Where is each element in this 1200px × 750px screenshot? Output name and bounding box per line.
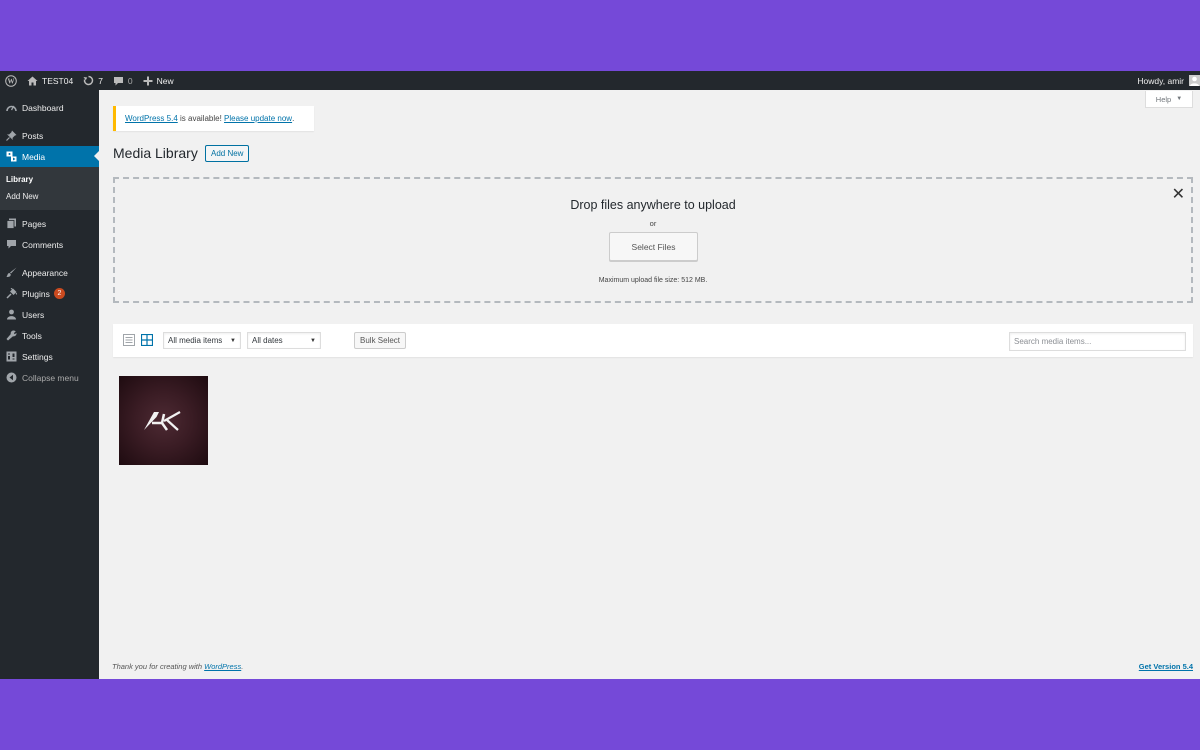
svg-text:W: W bbox=[8, 77, 15, 85]
plugins-update-badge: 2 bbox=[53, 288, 65, 299]
menu-comments[interactable]: Comments bbox=[0, 234, 99, 255]
notice-end: . bbox=[292, 114, 295, 123]
max-upload-size: Maximum upload file size: 512 MB. bbox=[598, 277, 708, 284]
plug-icon bbox=[6, 288, 17, 299]
collapse-menu-label: Collapse menu bbox=[22, 372, 79, 383]
wordpress-link[interactable]: WordPress bbox=[204, 662, 241, 671]
home-icon bbox=[27, 76, 38, 85]
dropdown-arrow-icon: ▼ bbox=[230, 337, 236, 344]
wordpress-logo-button[interactable]: W bbox=[0, 71, 22, 90]
menu-users[interactable]: Users bbox=[0, 304, 99, 325]
media-toolbar: All media items ▼ All dates ▼ Bulk Selec… bbox=[113, 324, 1193, 357]
updates-icon bbox=[83, 75, 94, 86]
site-name-link[interactable]: TEST04 bbox=[22, 71, 78, 90]
user-icon bbox=[6, 309, 17, 320]
site-name: TEST04 bbox=[42, 75, 74, 86]
get-version-link[interactable]: Get Version 5.4 bbox=[1139, 662, 1193, 671]
comment-icon bbox=[113, 76, 123, 85]
page-icon bbox=[6, 218, 17, 229]
media-search-input[interactable] bbox=[1009, 332, 1186, 351]
media-attachment-thumbnail[interactable] bbox=[119, 376, 208, 465]
menu-dashboard-label: Dashboard bbox=[22, 102, 64, 113]
menu-settings-label: Settings bbox=[22, 351, 53, 362]
wrench-icon bbox=[6, 330, 17, 341]
select-files-button[interactable]: Select Files bbox=[609, 232, 698, 261]
collapse-icon bbox=[6, 372, 17, 383]
update-now-link[interactable]: Please update now bbox=[224, 114, 292, 123]
footer-thanks-prefix: Thank you for creating with bbox=[112, 662, 205, 671]
footer-thanks-suffix: . bbox=[241, 662, 244, 671]
wordpress-logo-icon: W bbox=[5, 74, 17, 87]
settings-icon bbox=[6, 351, 17, 362]
grid-view-icon[interactable] bbox=[141, 334, 153, 346]
menu-comments-label: Comments bbox=[22, 239, 64, 250]
comments-link[interactable]: 0 bbox=[108, 71, 138, 90]
brush-icon bbox=[6, 267, 17, 278]
dashboard-icon bbox=[6, 102, 17, 113]
menu-tools-label: Tools bbox=[22, 330, 42, 341]
media-type-value: All media items bbox=[168, 336, 223, 345]
updates-link[interactable]: 7 bbox=[78, 71, 108, 90]
update-notice: WordPress 5.4 is available! Please updat… bbox=[113, 106, 314, 131]
help-label: Help bbox=[1155, 94, 1172, 104]
submenu-library[interactable]: Library bbox=[0, 171, 99, 188]
menu-pages[interactable]: Pages bbox=[0, 213, 99, 234]
notice-text: is available! bbox=[177, 114, 225, 123]
plus-icon bbox=[143, 76, 153, 85]
menu-posts-label: Posts bbox=[22, 130, 44, 141]
my-account-link[interactable]: Howdy, amir bbox=[1132, 71, 1200, 90]
help-tab-button[interactable]: Help ▼ bbox=[1145, 91, 1193, 108]
page-title: Media Library bbox=[113, 145, 198, 161]
menu-tools[interactable]: Tools bbox=[0, 325, 99, 346]
bulk-select-button[interactable]: Bulk Select bbox=[354, 332, 407, 349]
collapse-menu-button[interactable]: Collapse menu bbox=[0, 367, 99, 388]
footer-thankyou: Thank you for creating with WordPress. bbox=[112, 662, 243, 671]
dropdown-arrow-icon: ▼ bbox=[310, 337, 316, 344]
drop-files-title: Drop files anywhere to upload bbox=[570, 198, 736, 212]
add-new-button[interactable]: Add New bbox=[205, 145, 250, 162]
menu-settings[interactable]: Settings bbox=[0, 346, 99, 367]
main-content: Help ▼ WordPress 5.4 is available! Pleas… bbox=[99, 90, 1200, 679]
comment-icon bbox=[6, 239, 17, 250]
menu-media-label: Media bbox=[22, 151, 46, 162]
caret-down-icon: ▼ bbox=[1176, 96, 1183, 102]
menu-plugins[interactable]: Plugins 2 bbox=[0, 283, 99, 304]
media-type-filter[interactable]: All media items ▼ bbox=[163, 332, 241, 349]
submenu-add-new[interactable]: Add New bbox=[0, 188, 99, 205]
media-icon bbox=[6, 151, 17, 162]
menu-users-label: Users bbox=[22, 309, 45, 320]
date-filter-value: All dates bbox=[252, 336, 283, 345]
menu-dashboard[interactable]: Dashboard bbox=[0, 97, 99, 118]
updates-count: 7 bbox=[98, 75, 103, 86]
date-filter[interactable]: All dates ▼ bbox=[247, 332, 321, 349]
comments-count: 0 bbox=[127, 75, 133, 86]
user-avatar-icon bbox=[1190, 76, 1199, 86]
wordpress-admin-screen: W TEST04 7 0 New Howdy, amir Dashboard P… bbox=[0, 71, 1200, 679]
new-label: New bbox=[156, 75, 174, 86]
admin-bar: W TEST04 7 0 New Howdy, amir bbox=[0, 71, 1200, 90]
menu-pages-label: Pages bbox=[22, 218, 47, 229]
new-content-link[interactable]: New bbox=[138, 71, 179, 90]
menu-plugins-label: Plugins bbox=[22, 288, 50, 299]
drop-or-text: or bbox=[649, 219, 657, 228]
wordpress-version-link[interactable]: WordPress 5.4 bbox=[125, 114, 178, 123]
menu-media[interactable]: Media bbox=[0, 146, 99, 167]
menu-posts[interactable]: Posts bbox=[0, 125, 99, 146]
media-submenu: Library Add New bbox=[0, 167, 99, 210]
pin-icon bbox=[6, 130, 17, 141]
upload-dropzone[interactable]: ✕ Drop files anywhere to upload or Selec… bbox=[113, 177, 1193, 303]
admin-menu: Dashboard Posts Media Library Add New Pa… bbox=[0, 90, 99, 679]
menu-appearance[interactable]: Appearance bbox=[0, 262, 99, 283]
menu-appearance-label: Appearance bbox=[22, 267, 68, 278]
list-view-icon[interactable] bbox=[123, 334, 135, 346]
avatar bbox=[1189, 75, 1200, 86]
ak-logo-image bbox=[143, 410, 181, 431]
howdy-text: Howdy, amir bbox=[1137, 75, 1184, 86]
